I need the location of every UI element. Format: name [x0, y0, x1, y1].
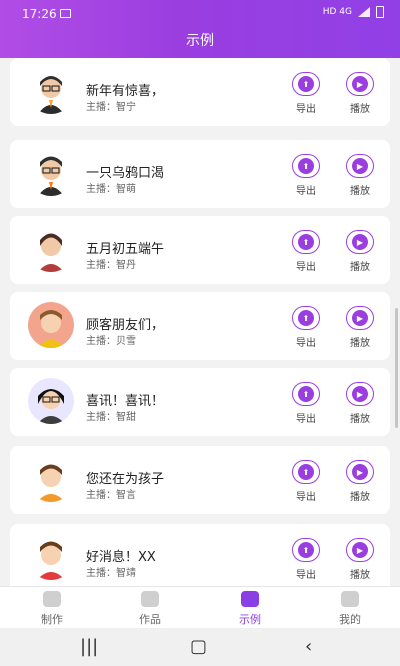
tab-make[interactable]: 制作 — [22, 591, 82, 627]
item-host: 主播：智甜 — [86, 412, 136, 423]
avatar — [28, 456, 74, 502]
tab-label: 作品 — [139, 613, 161, 626]
system-nav-bar: ||| ▢ ‹ — [0, 628, 400, 666]
export-icon: ⬆ — [292, 538, 320, 562]
export-icon: ⬆ — [292, 306, 320, 330]
avatar — [28, 534, 74, 580]
export-icon: ⬆ — [292, 230, 320, 254]
list-item[interactable]: 一只乌鸦口渴 主播：智萌 ⬆ 导出 ▶ 播放 — [10, 140, 390, 208]
export-icon: ⬆ — [292, 154, 320, 178]
tab-label: 我的 — [339, 613, 361, 626]
page-title: 示例 — [186, 33, 214, 49]
export-label: 导出 — [296, 492, 316, 503]
item-host: 主播：智言 — [86, 490, 136, 501]
avatar — [28, 378, 74, 424]
play-icon: ▶ — [346, 460, 374, 484]
example-list[interactable]: 新年有惊喜， 主播：智宁 ⬆ 导出 ▶ 播放 一只乌鸦口渴 主播：智萌 ⬆ 导出… — [0, 58, 400, 586]
play-label: 播放 — [350, 338, 370, 349]
play-button[interactable]: ▶ 播放 — [340, 230, 380, 273]
profile-icon — [341, 591, 359, 607]
app-header: 17:26 HD 4G 示例 — [0, 0, 400, 58]
export-button[interactable]: ⬆ 导出 — [286, 460, 326, 503]
list-item[interactable]: 好消息！XX 主播：智靖 ⬆ 导出 ▶ 播放 — [10, 524, 390, 586]
export-label: 导出 — [296, 338, 316, 349]
export-label: 导出 — [296, 570, 316, 581]
play-icon: ▶ — [346, 72, 374, 96]
play-label: 播放 — [350, 414, 370, 425]
export-button[interactable]: ⬆ 导出 — [286, 72, 326, 115]
bottom-tab-bar: 制作 作品 示例 我的 — [0, 586, 400, 628]
export-icon: ⬆ — [292, 382, 320, 406]
play-label: 播放 — [350, 262, 370, 273]
export-label: 导出 — [296, 186, 316, 197]
play-icon: ▶ — [346, 230, 374, 254]
export-button[interactable]: ⬆ 导出 — [286, 382, 326, 425]
tab-works[interactable]: 作品 — [120, 591, 180, 627]
play-icon: ▶ — [346, 538, 374, 562]
play-icon: ▶ — [346, 306, 374, 330]
home-icon[interactable]: ▢ — [190, 636, 207, 657]
play-button[interactable]: ▶ 播放 — [340, 382, 380, 425]
export-label: 导出 — [296, 104, 316, 115]
recent-apps-icon[interactable]: ||| — [80, 636, 98, 657]
gallery-icon — [60, 9, 71, 18]
list-item[interactable]: 五月初五端午 主播：智丹 ⬆ 导出 ▶ 播放 — [10, 216, 390, 284]
scroll-indicator[interactable] — [395, 308, 398, 428]
play-button[interactable]: ▶ 播放 — [340, 538, 380, 581]
play-icon: ▶ — [346, 382, 374, 406]
item-host: 主播：智宁 — [86, 102, 136, 113]
play-button[interactable]: ▶ 播放 — [340, 154, 380, 197]
play-button[interactable]: ▶ 播放 — [340, 460, 380, 503]
works-icon — [141, 591, 159, 607]
list-item[interactable]: 新年有惊喜， 主播：智宁 ⬆ 导出 ▶ 播放 — [10, 58, 390, 126]
play-label: 播放 — [350, 186, 370, 197]
play-button[interactable]: ▶ 播放 — [340, 306, 380, 349]
play-label: 播放 — [350, 570, 370, 581]
avatar — [28, 226, 74, 272]
tab-mine[interactable]: 我的 — [320, 591, 380, 627]
export-button[interactable]: ⬆ 导出 — [286, 538, 326, 581]
list-item[interactable]: 顾客朋友们， 主播：贝雪 ⬆ 导出 ▶ 播放 — [10, 292, 390, 360]
play-label: 播放 — [350, 492, 370, 503]
export-label: 导出 — [296, 414, 316, 425]
item-title: 一只乌鸦口渴 — [86, 166, 165, 181]
item-host: 主播：智丹 — [86, 260, 136, 271]
export-icon: ⬆ — [292, 460, 320, 484]
battery-icon — [376, 6, 384, 18]
item-title: 好消息！XX — [86, 550, 156, 565]
avatar — [28, 302, 74, 348]
avatar — [28, 150, 74, 196]
export-label: 导出 — [296, 262, 316, 273]
item-title: 喜讯！喜讯！ — [86, 394, 165, 409]
item-title: 您还在为孩子 — [86, 472, 165, 487]
status-icons: HD 4G — [323, 6, 384, 18]
tab-label: 制作 — [41, 613, 63, 626]
signal-icon — [358, 7, 370, 17]
play-button[interactable]: ▶ 播放 — [340, 72, 380, 115]
export-button[interactable]: ⬆ 导出 — [286, 306, 326, 349]
item-title: 五月初五端午 — [86, 242, 165, 257]
item-title: 顾客朋友们， — [86, 318, 165, 333]
export-button[interactable]: ⬆ 导出 — [286, 230, 326, 273]
tab-label: 示例 — [239, 613, 261, 626]
status-time: 17:26 — [22, 7, 57, 21]
item-host: 主播：智萌 — [86, 184, 136, 195]
item-host: 主播：智靖 — [86, 568, 136, 579]
export-icon: ⬆ — [292, 72, 320, 96]
clipboard-icon — [241, 591, 259, 607]
export-button[interactable]: ⬆ 导出 — [286, 154, 326, 197]
item-host: 主播：贝雪 — [86, 336, 136, 347]
list-item[interactable]: 您还在为孩子 主播：智言 ⬆ 导出 ▶ 播放 — [10, 446, 390, 514]
play-icon: ▶ — [346, 154, 374, 178]
item-title: 新年有惊喜， — [86, 84, 165, 99]
tab-examples[interactable]: 示例 — [220, 591, 280, 627]
eye-icon — [43, 591, 61, 607]
back-icon[interactable]: ‹ — [305, 636, 312, 657]
avatar — [28, 68, 74, 114]
list-item[interactable]: 喜讯！喜讯！ 主播：智甜 ⬆ 导出 ▶ 播放 — [10, 368, 390, 436]
status-network-label: HD 4G — [322, 7, 352, 17]
play-label: 播放 — [350, 104, 370, 115]
